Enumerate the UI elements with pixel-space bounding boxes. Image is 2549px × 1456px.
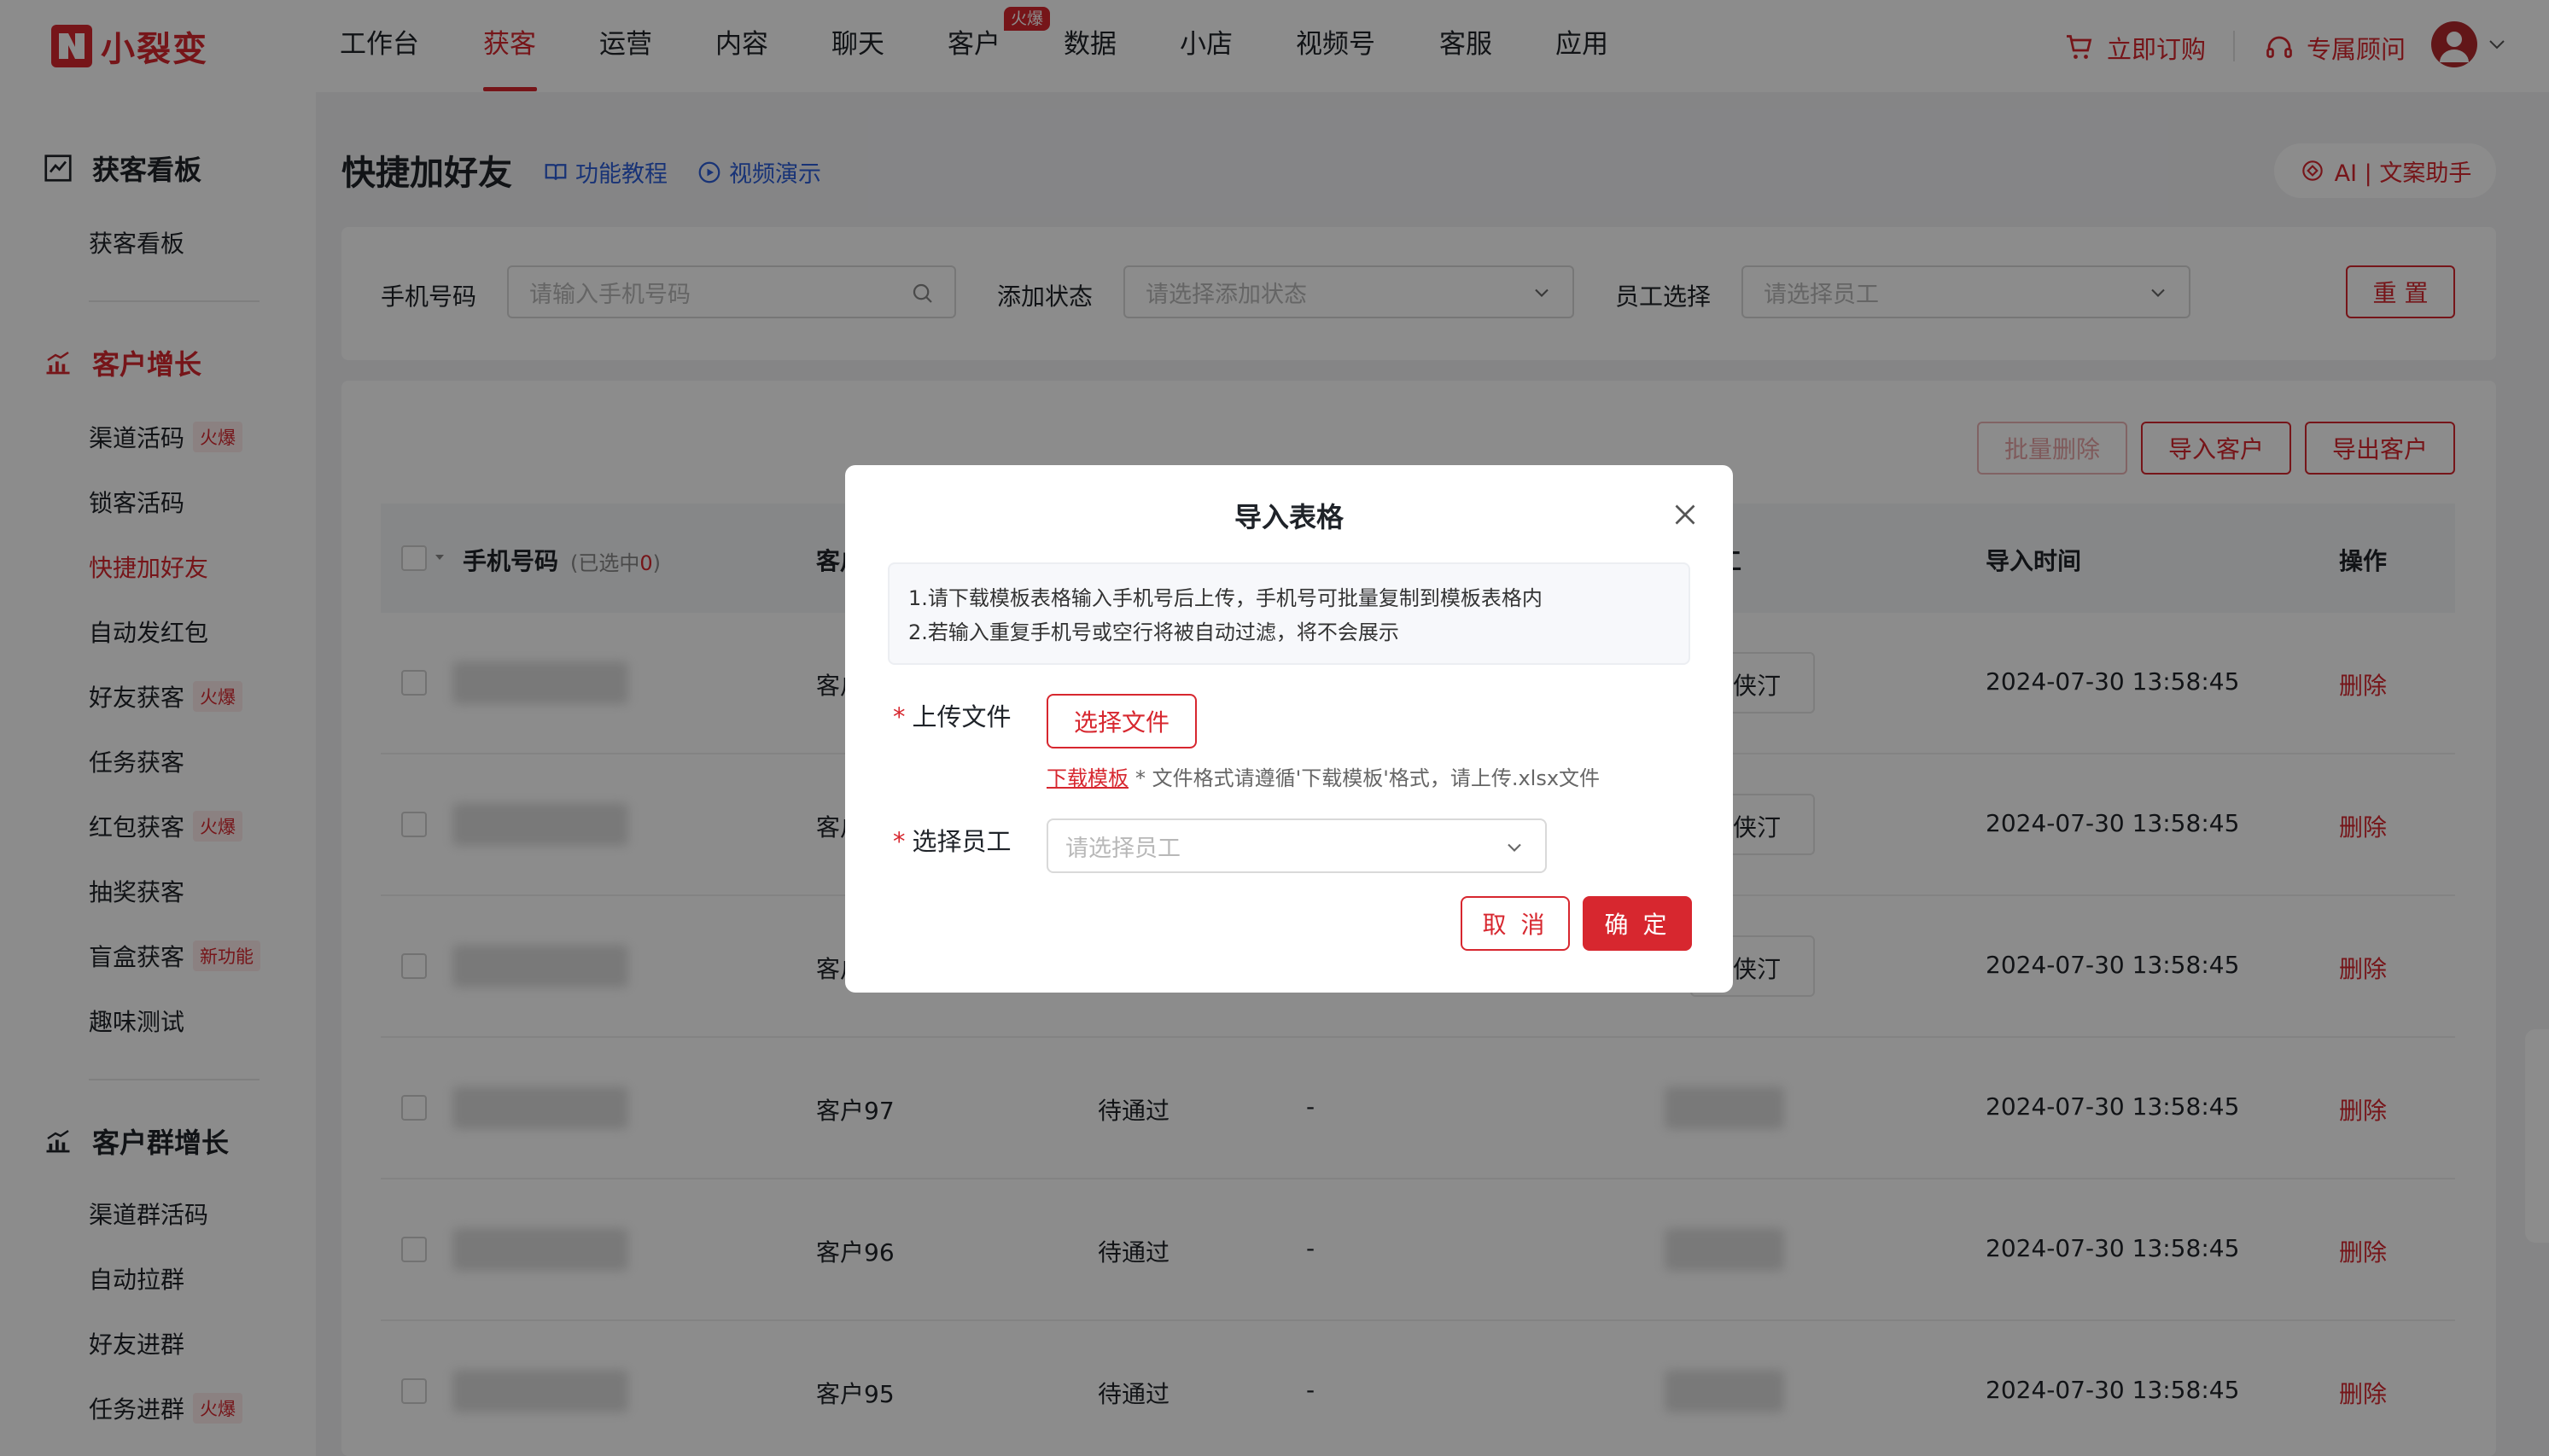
confirm-button[interactable]: 确 定: [1583, 896, 1692, 951]
upload-file-label: * 上传文件: [893, 697, 1012, 733]
file-hint-text: * 文件格式请遵循'下载模板'格式，请上传.xlsx文件: [1135, 766, 1601, 790]
cancel-button[interactable]: 取 消: [1461, 896, 1570, 951]
tip-line-2: 2.若输入重复手机号或空行将被自动过滤，将不会展示: [908, 620, 1399, 644]
choose-file-button[interactable]: 选择文件: [1047, 694, 1197, 748]
import-table-dialog: 导入表格 1.请下载模板表格输入手机号后上传，手机号可批量复制到模板表格内 2.…: [845, 465, 1733, 993]
file-format-hint: 下载模板 * 文件格式请遵循'下载模板'格式，请上传.xlsx文件: [1047, 761, 1600, 791]
download-template-link[interactable]: 下载模板: [1047, 766, 1129, 790]
select-staff-label: * 选择员工: [893, 822, 1012, 858]
required-mark: *: [893, 827, 906, 856]
upload-file-label-text: 上传文件: [912, 702, 1012, 731]
import-tips: 1.请下载模板表格输入手机号后上传，手机号可批量复制到模板表格内 2.若输入重复…: [888, 562, 1690, 665]
chevron-down-icon: [1508, 843, 1521, 852]
select-staff-label-text: 选择员工: [912, 827, 1012, 856]
tip-line-1: 1.请下载模板表格输入手机号后上传，手机号可批量复制到模板表格内: [908, 586, 1543, 610]
close-icon[interactable]: [1670, 499, 1700, 530]
dialog-title: 导入表格: [1234, 501, 1344, 533]
dialog-staff-select[interactable]: 请选择员工: [1047, 818, 1547, 873]
dialog-staff-placeholder: 请选择员工: [1065, 835, 1181, 862]
required-mark: *: [893, 702, 906, 731]
